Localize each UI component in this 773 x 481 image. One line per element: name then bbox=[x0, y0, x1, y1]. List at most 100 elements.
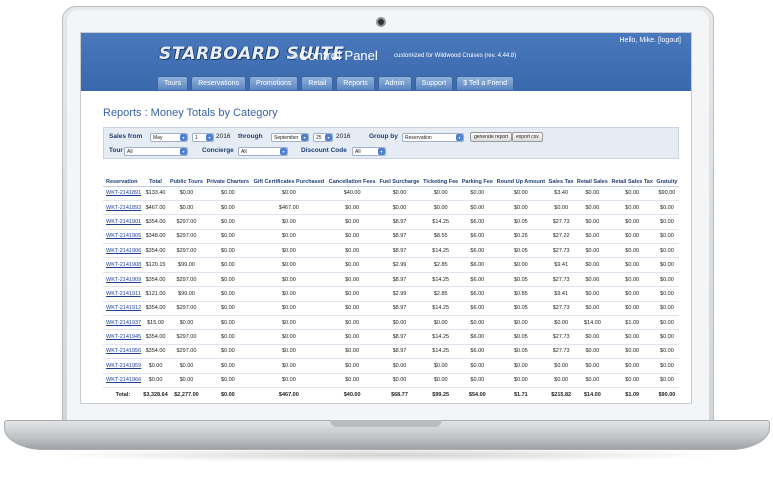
table-cell: $0.00 bbox=[460, 373, 495, 388]
table-cell: $0.00 bbox=[575, 229, 610, 245]
table-cell: $297.00 bbox=[168, 243, 205, 259]
tab-tours[interactable]: Tours bbox=[157, 76, 189, 90]
reservation-cell: WKT-2141911 bbox=[103, 286, 143, 302]
reservation-link[interactable]: WKT-2141956 bbox=[106, 348, 141, 354]
chevron-down-icon: ▾ bbox=[206, 134, 213, 141]
table-cell: $0.00 bbox=[654, 329, 679, 345]
reservation-link[interactable]: WKT-2141891 bbox=[106, 190, 141, 196]
table-cell: $0.00 bbox=[326, 358, 378, 374]
table-cell: $0.00 bbox=[609, 243, 655, 259]
tab-support[interactable]: Support bbox=[414, 76, 454, 90]
table-cell: $0.00 bbox=[654, 272, 679, 288]
table-cell: $14.25 bbox=[421, 272, 461, 288]
group-by-select[interactable]: Reservation ▾ bbox=[402, 133, 464, 142]
table-cell: $297.00 bbox=[168, 301, 205, 317]
column-header: Ticketing Fee bbox=[421, 164, 461, 187]
table-cell: $0.00 bbox=[326, 301, 378, 317]
tab-admin[interactable]: Admin bbox=[377, 76, 412, 90]
table-cell: $467.00 bbox=[142, 200, 169, 216]
table-cell: $354.00 bbox=[142, 329, 169, 345]
table-cell: $0.00 bbox=[326, 214, 378, 230]
table-cell: $0.00 bbox=[421, 358, 461, 374]
logout-link[interactable]: [logout] bbox=[658, 37, 681, 44]
from-month-select[interactable]: May ▾ bbox=[150, 133, 188, 142]
column-header: Gratuity bbox=[654, 164, 679, 187]
reservation-link[interactable]: WKT-2141912 bbox=[106, 305, 141, 311]
table-cell: $0.00 bbox=[204, 329, 252, 345]
main-nav: Tours Reservations Promotions Retail Reports… bbox=[157, 76, 515, 90]
table-cell: $0.00 bbox=[251, 358, 327, 374]
table-cell: $27.73 bbox=[547, 344, 576, 360]
table-row: WKT-2141901 $354.00 $297.00 $0.00 $0.00 $0.00… bbox=[103, 214, 679, 230]
table-cell: $8.97 bbox=[377, 229, 422, 245]
table-cell: $354.00 bbox=[142, 301, 169, 317]
table-cell: $0.00 bbox=[326, 200, 378, 216]
from-day-select[interactable]: 1 ▾ bbox=[192, 133, 214, 142]
table-cell: $0.00 bbox=[494, 358, 548, 374]
discount-code-select[interactable]: All ▾ bbox=[352, 147, 386, 156]
table-cell: $0.00 bbox=[654, 229, 679, 245]
table-cell: $0.00 bbox=[251, 373, 327, 388]
table-cell: $0.00 bbox=[168, 186, 205, 201]
table-cell: $0.05 bbox=[494, 272, 548, 288]
table-cell: $0.00 bbox=[421, 373, 461, 388]
chevron-down-icon: ▾ bbox=[180, 148, 187, 155]
column-header: Reservation bbox=[103, 164, 143, 187]
tab-reports[interactable]: Reports bbox=[336, 76, 375, 90]
reservation-cell: WKT-2141893 bbox=[103, 200, 143, 216]
reservation-link[interactable]: WKT-2141908 bbox=[106, 262, 141, 268]
to-day-select[interactable]: 25 ▾ bbox=[313, 133, 333, 142]
column-header: Retail Sales Tax bbox=[609, 164, 655, 187]
reservation-link[interactable]: WKT-2141945 bbox=[106, 334, 141, 340]
reservation-link[interactable]: WKT-2141893 bbox=[106, 205, 141, 211]
table-cell: $0.00 bbox=[421, 186, 461, 201]
table-cell: $8.97 bbox=[377, 214, 422, 230]
report-filters: Sales from May ▾ 1 ▾ 2016 through Septembe… bbox=[103, 127, 679, 159]
table-cell: $0.00 bbox=[654, 286, 679, 302]
table-row: WKT-2141912 $354.00 $297.00 $0.00 $0.00 $0.00… bbox=[103, 301, 679, 317]
table-row: WKT-2141959 $0.00 $0.00 $0.00 $0.00 $0.00 $0.0… bbox=[103, 358, 679, 374]
table-cell: $0.00 bbox=[204, 243, 252, 259]
to-month-select[interactable]: September ▾ bbox=[271, 133, 309, 142]
column-header: Private Charters bbox=[204, 164, 252, 187]
table-cell: $0.00 bbox=[204, 186, 252, 201]
table-cell: $0.00 bbox=[204, 373, 252, 388]
table-cell: $0.00 bbox=[575, 286, 610, 302]
user-area: Hello, Mike. [logout] bbox=[620, 37, 682, 44]
table-cell: $14.00 bbox=[575, 315, 610, 331]
table-cell: $0.00 bbox=[494, 186, 548, 201]
tab-promotions[interactable]: Promotions bbox=[248, 76, 299, 90]
table-cell: $0.05 bbox=[494, 243, 548, 259]
table-cell: $0.00 bbox=[204, 257, 252, 273]
reservation-link[interactable]: WKT-2141911 bbox=[106, 291, 141, 297]
table-cell: $8.97 bbox=[377, 344, 422, 360]
table-cell: $27.22 bbox=[547, 229, 576, 245]
table-cell: $0.00 bbox=[204, 214, 252, 230]
to-day-value: 25 bbox=[316, 135, 322, 141]
concierge-select[interactable]: All ▾ bbox=[238, 147, 288, 156]
tab-tell-a-friend[interactable]: $ Tell a Friend bbox=[456, 76, 515, 90]
reservation-link[interactable]: WKT-2141937 bbox=[106, 320, 141, 326]
reservation-link[interactable]: WKT-2141906 bbox=[106, 248, 141, 254]
table-cell: $6.00 bbox=[460, 329, 495, 345]
reservation-link[interactable]: WKT-2141905 bbox=[106, 233, 141, 239]
table-cell: $0.00 bbox=[326, 286, 378, 302]
table-cell: $6.00 bbox=[460, 214, 495, 230]
table-cell: $0.00 bbox=[494, 200, 548, 216]
tab-reservations[interactable]: Reservations bbox=[191, 76, 246, 90]
totals-cell: $215.82 bbox=[547, 386, 576, 402]
tour-select[interactable]: All ▾ bbox=[124, 147, 188, 156]
reservation-link[interactable]: WKT-2141959 bbox=[106, 363, 141, 369]
reservation-cell: WKT-2141912 bbox=[103, 301, 143, 317]
greeting: Hello, Mike. bbox=[619, 37, 657, 44]
reservation-link[interactable]: WKT-2141909 bbox=[106, 277, 141, 283]
reservation-link[interactable]: WKT-2141901 bbox=[106, 219, 141, 225]
tab-retail[interactable]: Retail bbox=[301, 76, 334, 90]
table-cell: $8.97 bbox=[377, 329, 422, 345]
reservation-link[interactable]: WKT-2141966 bbox=[106, 377, 141, 383]
table-cell: $0.05 bbox=[494, 214, 548, 230]
table-cell: $0.00 bbox=[204, 315, 252, 331]
totals-cell: $99.25 bbox=[421, 386, 461, 402]
generate-report-button[interactable]: generate report bbox=[470, 132, 513, 142]
export-csv-button[interactable]: export csv bbox=[512, 132, 543, 142]
